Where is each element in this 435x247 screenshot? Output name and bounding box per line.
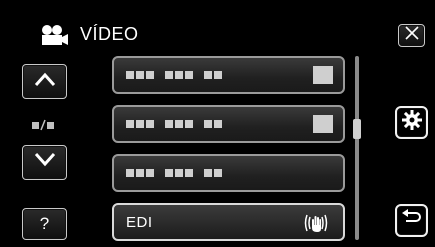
redacted-text-placeholder bbox=[126, 169, 222, 177]
scrollbar-track[interactable] bbox=[355, 56, 359, 240]
scroll-down-button[interactable] bbox=[22, 145, 67, 180]
back-button[interactable] bbox=[395, 204, 428, 237]
return-icon bbox=[401, 209, 422, 232]
chevron-down-icon bbox=[34, 152, 56, 173]
close-icon bbox=[404, 26, 419, 45]
menu-item-label: EDI bbox=[126, 213, 153, 231]
page-indicator-icon bbox=[26, 117, 62, 133]
page-title: VÍDEO bbox=[80, 24, 139, 44]
menu-item[interactable] bbox=[112, 105, 345, 143]
stabilizer-hand-icon bbox=[303, 211, 329, 235]
chevron-up-icon bbox=[34, 71, 56, 92]
menu-item[interactable] bbox=[112, 154, 345, 192]
video-camera-icon bbox=[39, 24, 69, 46]
help-label: ? bbox=[39, 214, 50, 233]
redacted-text-placeholder bbox=[126, 71, 222, 79]
close-button[interactable] bbox=[398, 24, 425, 47]
help-button[interactable]: ? bbox=[22, 208, 67, 240]
value-placeholder bbox=[313, 115, 333, 133]
menu-item[interactable] bbox=[112, 56, 345, 94]
gear-icon bbox=[401, 110, 422, 135]
value-placeholder bbox=[313, 66, 333, 84]
settings-button[interactable] bbox=[395, 106, 428, 139]
scrollbar-thumb[interactable] bbox=[353, 119, 361, 139]
redacted-text-placeholder bbox=[126, 120, 222, 128]
menu-item-edi[interactable]: EDI bbox=[112, 203, 345, 241]
scroll-up-button[interactable] bbox=[22, 64, 67, 99]
